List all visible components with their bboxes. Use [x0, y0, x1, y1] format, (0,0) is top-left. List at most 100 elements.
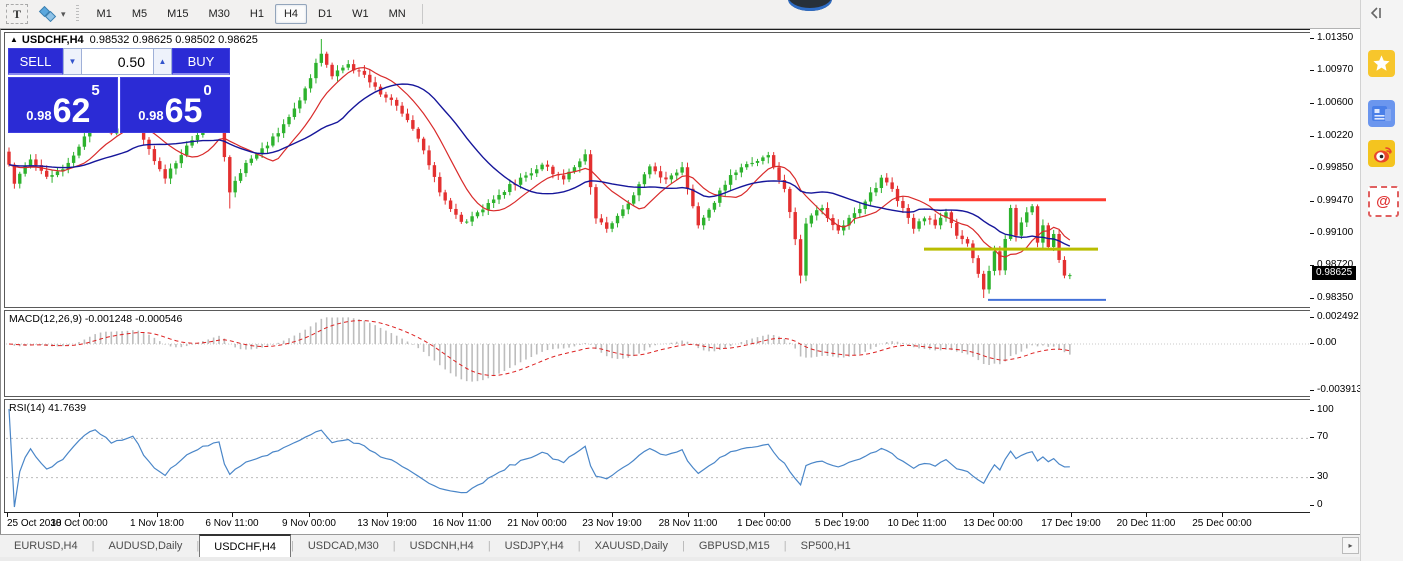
candle — [83, 136, 86, 146]
price-axis-label: 0.98350 — [1317, 292, 1353, 303]
toolbar-grip[interactable] — [76, 5, 79, 23]
tab-scroll-right-button[interactable]: ▸ — [1342, 537, 1359, 554]
tab-audusd-daily[interactable]: AUDUSD,Daily — [94, 535, 196, 557]
timeframe-button-m1[interactable]: M1 — [88, 4, 121, 24]
candle — [594, 187, 597, 218]
sell-price-point: 5 — [91, 82, 99, 99]
candle — [546, 165, 549, 167]
rsi-indicator-plot[interactable] — [4, 399, 1312, 514]
candle — [627, 204, 630, 210]
candle — [901, 201, 904, 208]
tab-eurusd-h4[interactable]: EURUSD,H4 — [0, 535, 92, 557]
tab-usdcnh-h4[interactable]: USDCNH,H4 — [396, 535, 488, 557]
candle — [1052, 234, 1055, 247]
candle — [578, 161, 581, 167]
candle — [470, 216, 473, 221]
candle — [519, 178, 522, 185]
tab-usdjpy-h4[interactable]: USDJPY,H4 — [491, 535, 578, 557]
time-tick — [993, 513, 994, 517]
candle — [659, 171, 662, 177]
time-tick — [309, 513, 310, 517]
timeframe-button-h4[interactable]: H4 — [275, 4, 307, 24]
sidebar-collapse-button[interactable] — [1367, 4, 1385, 22]
timeframe-button-mn[interactable]: MN — [380, 4, 415, 24]
volume-input[interactable]: 0.50 — [82, 48, 153, 75]
volume-increase-button[interactable]: ▲ — [153, 48, 172, 75]
candle — [971, 244, 974, 259]
candle — [303, 88, 306, 100]
candle — [530, 173, 533, 175]
candle — [417, 129, 420, 139]
price-axis-label-tick — [1310, 103, 1314, 104]
timeframe-button-h1[interactable]: H1 — [241, 4, 273, 24]
sell-price-button[interactable]: 0.98 62 5 — [8, 77, 118, 133]
text-tool-button[interactable]: T — [6, 4, 28, 24]
news-icon[interactable] — [1368, 100, 1395, 127]
candle — [675, 173, 678, 176]
timeframe-button-m30[interactable]: M30 — [200, 4, 239, 24]
candle — [815, 210, 818, 215]
macd-axis-label: 0.00 — [1317, 337, 1336, 348]
candle — [1057, 234, 1060, 260]
candle — [939, 218, 942, 226]
candle — [583, 154, 586, 161]
volume-decrease-button[interactable]: ▼ — [63, 48, 82, 75]
tab-xauusd-daily[interactable]: XAUUSD,Daily — [581, 535, 682, 557]
tab-sp500-h1[interactable]: SP500,H1 — [787, 535, 865, 557]
candle — [427, 150, 430, 165]
timeframe-toolbar: M1M5M15M30H1H4D1W1MN — [87, 4, 416, 24]
candle — [180, 155, 183, 163]
buy-button[interactable]: BUY — [172, 48, 230, 75]
candle — [621, 209, 624, 215]
toolbar: T ▾ M1M5M15M30H1H4D1W1MN — [0, 0, 1360, 29]
time-axis-label: 30 Oct 00:00 — [50, 518, 107, 529]
sell-button[interactable]: SELL — [8, 48, 63, 75]
candle — [955, 223, 958, 236]
favorites-star-icon[interactable] — [1368, 50, 1395, 77]
timeframe-button-m5[interactable]: M5 — [123, 4, 156, 24]
timeframe-button-m15[interactable]: M15 — [158, 4, 197, 24]
candle — [750, 163, 753, 164]
macd-signal-line — [9, 321, 1070, 376]
tab-usdcad-m30[interactable]: USDCAD,M30 — [294, 535, 393, 557]
candle — [271, 136, 274, 145]
tab-usdchf-h4[interactable]: USDCHF,H4 — [199, 534, 291, 557]
candle — [605, 222, 608, 228]
time-tick — [1146, 513, 1147, 517]
candle — [788, 189, 791, 212]
mt4-window: T ▾ M1M5M15M30H1H4D1W1MN 1.013501.009701… — [0, 0, 1403, 561]
candle — [718, 190, 721, 202]
candle — [794, 212, 797, 239]
time-axis-label: 28 Nov 11:00 — [659, 518, 718, 529]
candle — [724, 185, 727, 191]
sell-price-pips: 62 — [53, 97, 91, 126]
candle — [966, 239, 969, 243]
candle — [1025, 212, 1028, 222]
candle — [1063, 260, 1066, 276]
candle — [174, 163, 177, 168]
time-tick — [612, 513, 613, 517]
macd-indicator-plot[interactable] — [4, 310, 1312, 397]
timeframe-button-w1[interactable]: W1 — [343, 4, 378, 24]
candle — [1020, 222, 1023, 235]
candle — [707, 210, 710, 218]
chart-symbol: USDCHF,H4 — [22, 34, 84, 46]
timeframe-button-d1[interactable]: D1 — [309, 4, 341, 24]
tab-gbpusd-m15[interactable]: GBPUSD,M15 — [685, 535, 784, 557]
candle — [713, 203, 716, 210]
candle — [934, 220, 937, 226]
weibo-icon[interactable] — [1368, 140, 1395, 167]
time-axis-label: 23 Nov 19:00 — [582, 518, 642, 529]
time-axis-label: 1 Dec 00:00 — [737, 518, 791, 529]
time-axis-label: 16 Nov 11:00 — [433, 518, 492, 529]
objects-tool-button[interactable]: ▾ — [38, 6, 66, 22]
mention-at-icon[interactable]: @ — [1368, 186, 1399, 217]
time-tick — [79, 513, 80, 517]
candle — [643, 174, 646, 184]
newspaper-icon — [1368, 100, 1395, 127]
buy-price-button[interactable]: 0.98 65 0 — [120, 77, 230, 133]
time-tick — [1222, 513, 1223, 517]
candle — [869, 192, 872, 201]
chart-expand-icon: ▲ — [10, 35, 18, 44]
chevron-down-icon: ▾ — [61, 9, 66, 20]
